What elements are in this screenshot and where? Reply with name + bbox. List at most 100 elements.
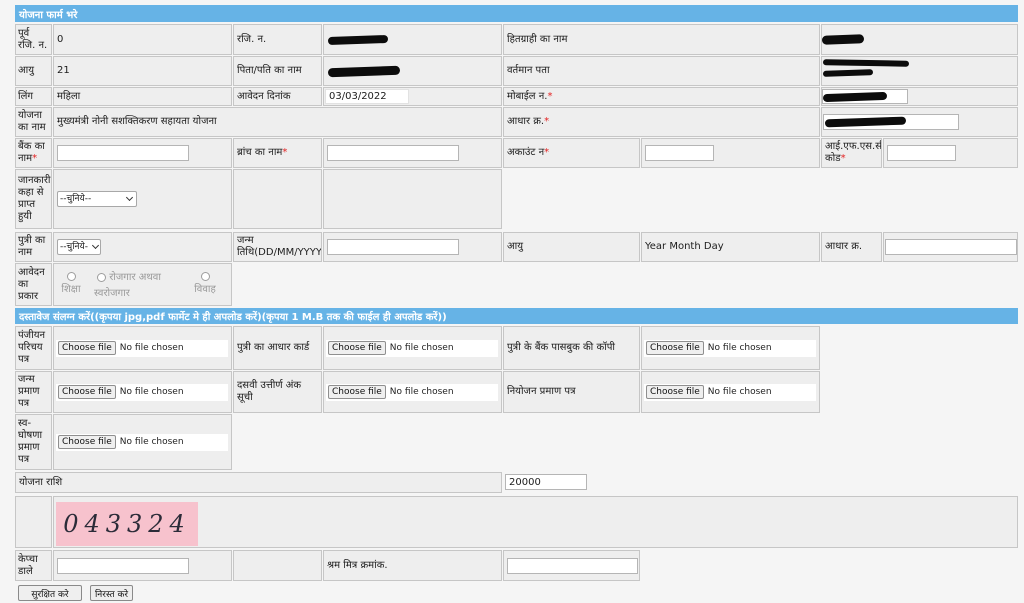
empty-cell bbox=[323, 169, 502, 229]
branch-name-input[interactable] bbox=[327, 145, 459, 161]
scheme-form-page: योजना फार्म भरे पूर्व रजि. न. 0 रजि. न. … bbox=[0, 0, 1024, 603]
choose-file-button[interactable]: Choose file bbox=[328, 385, 386, 399]
aadhaar-label-text: आधार क्र. bbox=[507, 116, 545, 127]
file-cell: Choose file No file chosen bbox=[53, 371, 232, 413]
file-status-text: No file chosen bbox=[389, 387, 454, 397]
application-type-cell: शिक्षा रोजगार अथवा स्वरोजगार विवाह bbox=[53, 263, 232, 306]
scheme-amount-input[interactable] bbox=[505, 474, 587, 490]
radio-label: शिक्षा bbox=[61, 284, 81, 295]
branch-name-cell bbox=[323, 138, 502, 168]
ifsc-label: आई.एफ.एस.सी कोड* bbox=[821, 138, 882, 168]
radio-button[interactable] bbox=[200, 272, 210, 281]
file-input[interactable]: Choose file No file chosen bbox=[56, 433, 228, 451]
shram-mitra-cell bbox=[503, 550, 640, 581]
document-label: स्व-घोषणा प्रमाण पत्र bbox=[15, 414, 52, 470]
radio-option-education[interactable]: शिक्षा bbox=[57, 272, 85, 296]
file-status-text: No file chosen bbox=[389, 343, 454, 353]
redaction-mark bbox=[327, 34, 389, 46]
account-no-label-text: अकाउंट न bbox=[507, 147, 545, 158]
radio-option-marriage[interactable]: विवाह bbox=[190, 272, 220, 296]
file-input[interactable]: Choose file No file chosen bbox=[56, 339, 228, 357]
guardian-name-label: पिता/पति का नाम bbox=[233, 56, 322, 86]
ifsc-label-text: आई.एफ.एस.सी कोड bbox=[825, 141, 882, 164]
empty-cell bbox=[233, 169, 322, 229]
mobile-label-text: मोबाईल न. bbox=[507, 90, 548, 102]
captcha-input[interactable] bbox=[57, 557, 189, 574]
empty-cell bbox=[15, 496, 52, 548]
required-asterisk: * bbox=[32, 153, 38, 164]
aadhaar-cell bbox=[821, 107, 1018, 137]
ifsc-label-wrap: आई.एफ.एस.सी कोड* bbox=[825, 141, 882, 165]
daughter-aadhaar-label: आधार क्र. bbox=[821, 232, 882, 262]
scheme-name-label: योजना का नाम bbox=[15, 107, 52, 137]
aadhaar-label-wrap: आधार क्र.* bbox=[507, 116, 549, 128]
file-input[interactable]: Choose file No file chosen bbox=[56, 383, 228, 401]
daughter-aadhaar-input[interactable] bbox=[885, 239, 1017, 255]
radio-button[interactable] bbox=[66, 272, 76, 281]
gender-label: लिंग bbox=[15, 87, 52, 106]
branch-name-label-text: ब्रांच का नाम bbox=[237, 147, 283, 158]
required-asterisk: * bbox=[840, 153, 846, 164]
daughter-aadhaar-cell bbox=[883, 232, 1018, 262]
daughter-name-select[interactable]: --चुनिये- bbox=[57, 239, 101, 255]
age-value: 21 bbox=[53, 56, 232, 86]
beneficiary-name-label: हितग्राही का नाम bbox=[503, 24, 820, 55]
info-source-label: जानकारी कहा से प्राप्त हुयी bbox=[15, 169, 52, 229]
info-source-select[interactable]: --चुनिये-- bbox=[57, 191, 137, 207]
documents-title-bar: दस्तावेज संलग्न करें((कृपया jpg,pdf फार्… bbox=[15, 308, 1018, 324]
file-status-text: No file chosen bbox=[119, 437, 184, 447]
guardian-name-value bbox=[323, 56, 502, 86]
radio-option-employment[interactable]: रोजगार अथवा स्वरोजगार bbox=[94, 270, 176, 302]
redaction-mark bbox=[327, 65, 401, 78]
application-date-input[interactable] bbox=[325, 89, 409, 104]
file-cell: Choose file No file chosen bbox=[641, 371, 820, 413]
file-status-text: No file chosen bbox=[707, 343, 772, 353]
dob-input[interactable] bbox=[327, 239, 459, 255]
required-asterisk: * bbox=[282, 147, 288, 158]
bank-name-input[interactable] bbox=[57, 145, 189, 161]
file-input[interactable]: Choose file No file chosen bbox=[326, 339, 498, 357]
file-input[interactable]: Choose file No file chosen bbox=[644, 339, 816, 357]
bank-name-cell bbox=[53, 138, 232, 168]
shram-mitra-input[interactable] bbox=[507, 557, 638, 574]
bank-name-label: बैंक का नाम* bbox=[15, 138, 52, 168]
cancel-button[interactable]: निरस्त करे bbox=[90, 585, 133, 601]
captcha-input-label: केप्चा डाले bbox=[15, 550, 52, 581]
choose-file-button[interactable]: Choose file bbox=[58, 341, 116, 355]
shram-mitra-label: श्रम मित्र क्रमांक. bbox=[323, 550, 502, 581]
document-label: नियोजन प्रमाण पत्र bbox=[503, 371, 640, 413]
choose-file-button[interactable]: Choose file bbox=[646, 385, 704, 399]
documents-title: दस्तावेज संलग्न करें((कृपया jpg,pdf फार्… bbox=[19, 312, 447, 323]
file-status-text: No file chosen bbox=[119, 387, 184, 397]
required-asterisk: * bbox=[547, 90, 553, 102]
account-no-label-wrap: अकाउंट न* bbox=[507, 147, 549, 159]
age-label: आयु bbox=[15, 56, 52, 86]
mobile-label: मोबाईल न.* bbox=[503, 87, 820, 106]
account-no-label: अकाउंट न* bbox=[503, 138, 640, 168]
daughter-name-cell: --चुनिये- bbox=[53, 232, 232, 262]
save-button[interactable]: सुरक्षित करे bbox=[18, 585, 82, 601]
application-date-label: आवेदन दिनांक bbox=[233, 87, 322, 106]
file-cell: Choose file No file chosen bbox=[323, 326, 502, 370]
choose-file-button[interactable]: Choose file bbox=[58, 385, 116, 399]
account-no-input[interactable] bbox=[645, 145, 714, 161]
choose-file-button[interactable]: Choose file bbox=[58, 435, 116, 449]
choose-file-button[interactable]: Choose file bbox=[646, 341, 704, 355]
branch-name-label-wrap: ब्रांच का नाम* bbox=[237, 147, 287, 159]
document-label: पुत्री का आधार कार्ड bbox=[233, 326, 322, 370]
ifsc-input[interactable] bbox=[887, 145, 956, 161]
application-type-label: आवेदन का प्रकार bbox=[15, 263, 52, 306]
file-input[interactable]: Choose file No file chosen bbox=[644, 383, 816, 401]
scheme-name-value: मुख्यमंत्री नोनी सशक्तिकरण सहायता योजना bbox=[53, 107, 502, 137]
choose-file-button[interactable]: Choose file bbox=[328, 341, 386, 355]
chevron-down-icon bbox=[91, 241, 100, 250]
radio-button[interactable] bbox=[97, 272, 106, 282]
file-input[interactable]: Choose file No file chosen bbox=[326, 383, 498, 401]
file-cell: Choose file No file chosen bbox=[53, 414, 232, 470]
file-status-text: No file chosen bbox=[119, 343, 184, 353]
redaction-mark bbox=[822, 59, 910, 67]
file-status-text: No file chosen bbox=[707, 387, 772, 397]
application-date-cell bbox=[323, 87, 502, 106]
current-address-value bbox=[821, 56, 1018, 86]
radio-label: विवाह bbox=[194, 284, 216, 295]
